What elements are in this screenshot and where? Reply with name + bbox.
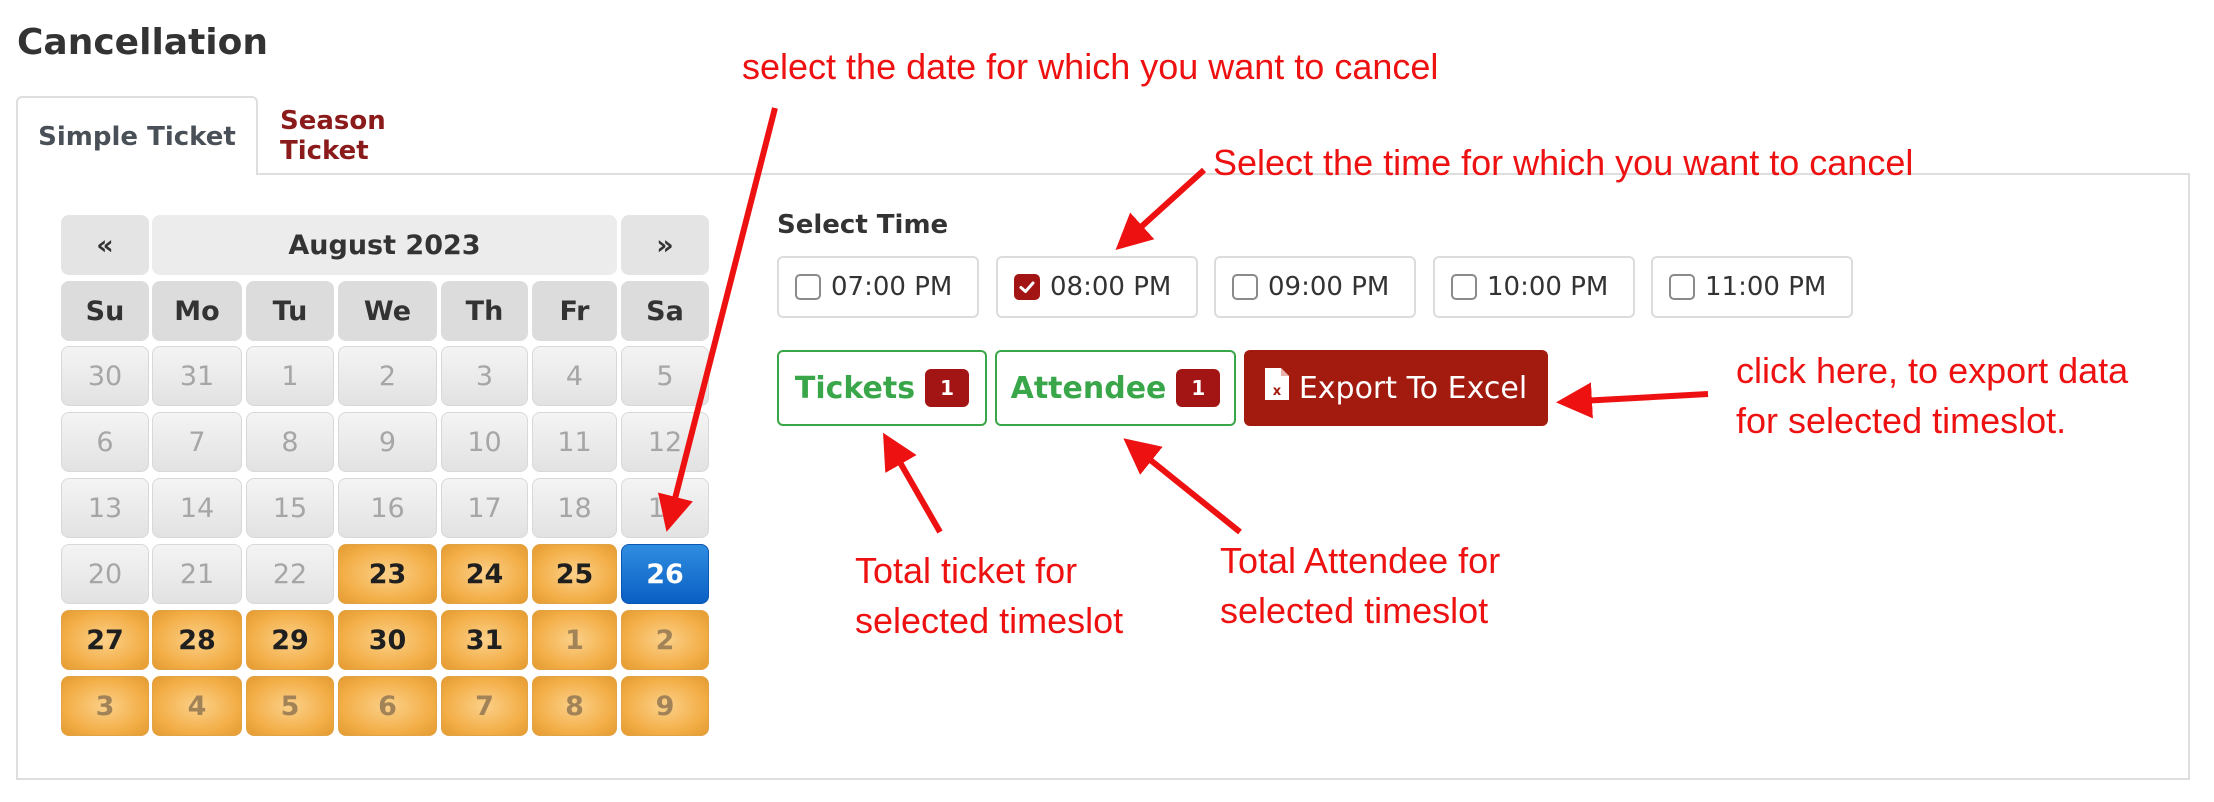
arrow-to-date xyxy=(658,107,778,532)
arrow-to-attendee xyxy=(1123,438,1242,535)
arrow-to-tickets xyxy=(883,432,943,534)
annotation-arrows xyxy=(658,107,1709,535)
arrow-to-export xyxy=(1556,382,1709,419)
tab-simple-ticket[interactable]: Simple Ticket xyxy=(16,96,258,175)
arrow-to-time xyxy=(1115,167,1207,251)
